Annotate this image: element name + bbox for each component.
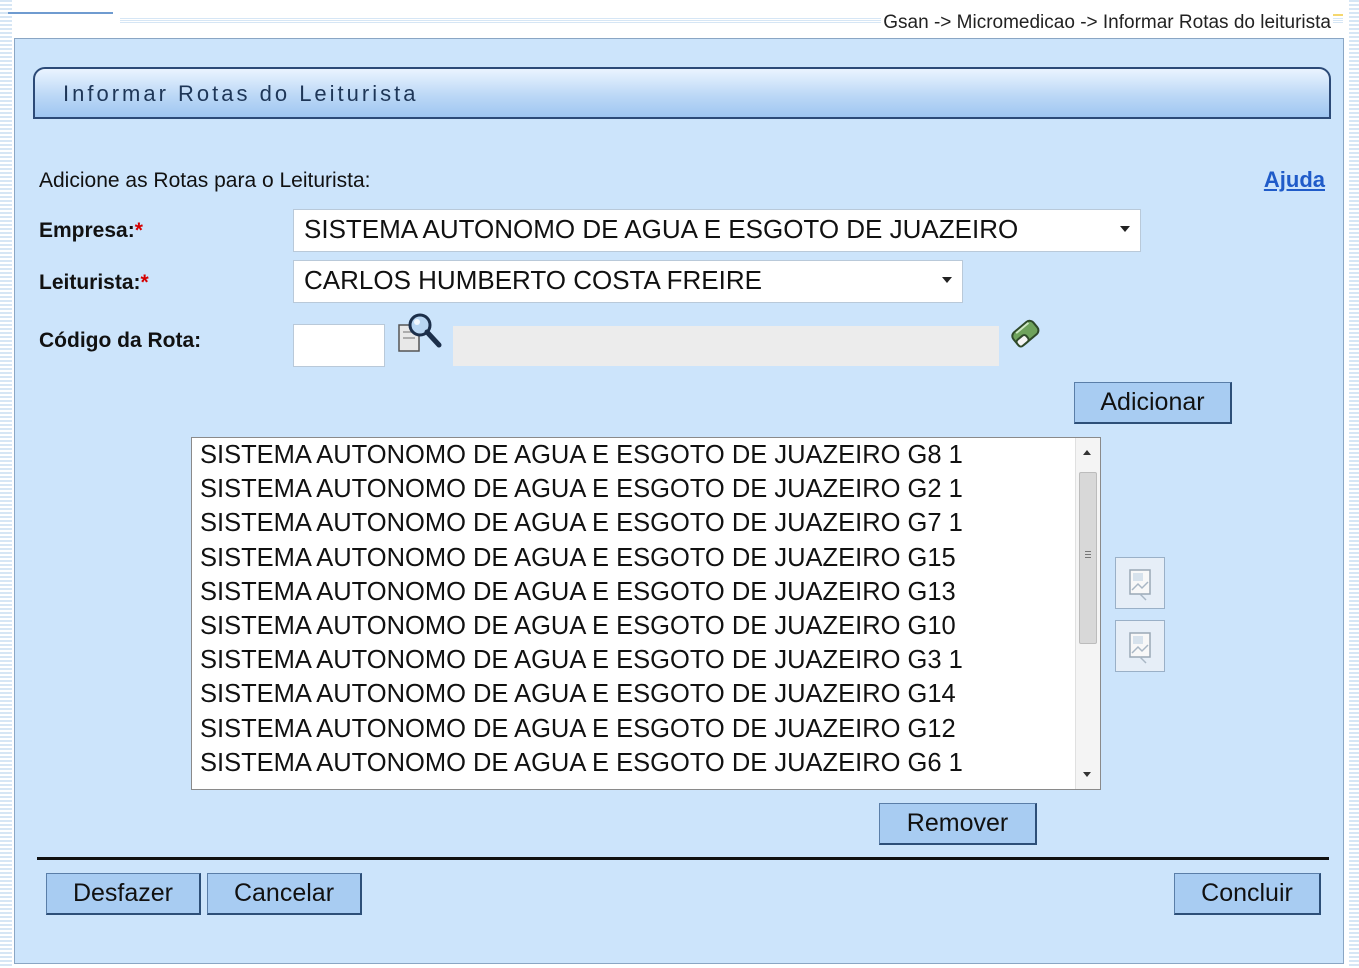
required-marker: * [134,219,143,242]
breadcrumb: Gsan -> Micromedicao -> Informar Rotas d… [881,12,1333,34]
eraser-icon[interactable] [1005,313,1047,355]
list-item[interactable]: SISTEMA AUTONOMO DE AGUA E ESGOTO DE JUA… [192,677,1076,711]
page-title: Informar Rotas do Leiturista [63,81,419,106]
list-item[interactable]: SISTEMA AUTONOMO DE AGUA E ESGOTO DE JUA… [192,575,1076,609]
rotas-list-items: SISTEMA AUTONOMO DE AGUA E ESGOTO DE JUA… [192,438,1076,780]
list-item[interactable]: SISTEMA AUTONOMO DE AGUA E ESGOTO DE JUA… [192,438,1076,472]
required-marker: * [140,271,149,294]
move-up-button[interactable] [1115,557,1165,609]
empresa-label-text: Empresa: [39,219,135,242]
empresa-label: Empresa:* [39,219,143,243]
scroll-grip-icon [1085,551,1091,559]
cancelar-button[interactable]: Cancelar [207,873,362,915]
leiturista-label-text: Leiturista: [39,271,141,294]
form-title-bar: Informar Rotas do Leiturista [33,67,1331,119]
empresa-selected-value: SISTEMA AUTONOMO DE AGUA E ESGOTO DE JUA… [304,214,1019,244]
move-down-icon [1129,632,1151,664]
scrollbar-thumb[interactable] [1079,472,1097,644]
codigo-rota-input[interactable] [293,324,385,367]
list-item[interactable]: SISTEMA AUTONOMO DE AGUA E ESGOTO DE JUA… [192,712,1076,746]
desfazer-button[interactable]: Desfazer [46,873,201,915]
leiturista-label: Leiturista:* [39,271,149,295]
scroll-up-icon[interactable] [1083,450,1091,455]
listbox-scrollbar[interactable] [1075,438,1100,789]
chevron-down-icon [942,277,952,283]
scroll-down-icon[interactable] [1083,772,1091,777]
help-link[interactable]: Ajuda [1264,167,1325,193]
leiturista-selected-value: CARLOS HUMBERTO COSTA FREIRE [304,265,762,295]
move-up-icon [1129,569,1151,601]
list-item[interactable]: SISTEMA AUTONOMO DE AGUA E ESGOTO DE JUA… [192,746,1076,780]
list-item[interactable]: SISTEMA AUTONOMO DE AGUA E ESGOTO DE JUA… [192,506,1076,540]
leiturista-select[interactable]: CARLOS HUMBERTO COSTA FREIRE [293,260,963,303]
left-page-edge [0,0,12,968]
top-accent-line [8,12,113,14]
list-item[interactable]: SISTEMA AUTONOMO DE AGUA E ESGOTO DE JUA… [192,541,1076,575]
list-item[interactable]: SISTEMA AUTONOMO DE AGUA E ESGOTO DE JUA… [192,643,1076,677]
right-page-edge [1349,0,1359,968]
list-item[interactable]: SISTEMA AUTONOMO DE AGUA E ESGOTO DE JUA… [192,472,1076,506]
form-panel: Informar Rotas do Leiturista Adicione as… [14,38,1344,964]
empresa-select[interactable]: SISTEMA AUTONOMO DE AGUA E ESGOTO DE JUA… [293,209,1141,252]
rotas-listbox[interactable]: SISTEMA AUTONOMO DE AGUA E ESGOTO DE JUA… [191,437,1101,790]
move-down-button[interactable] [1115,620,1165,672]
remover-button[interactable]: Remover [879,803,1037,845]
section-divider [37,857,1329,860]
intro-text: Adicione as Rotas para o Leiturista: [39,169,371,192]
codigo-rota-description-field [453,326,999,366]
list-item[interactable]: SISTEMA AUTONOMO DE AGUA E ESGOTO DE JUA… [192,609,1076,643]
adicionar-button[interactable]: Adicionar [1074,382,1232,424]
chevron-down-icon [1120,226,1130,232]
magnifier-search-icon[interactable] [396,311,442,357]
concluir-button[interactable]: Concluir [1174,873,1321,915]
codigo-rota-label: Código da Rota: [39,329,202,352]
